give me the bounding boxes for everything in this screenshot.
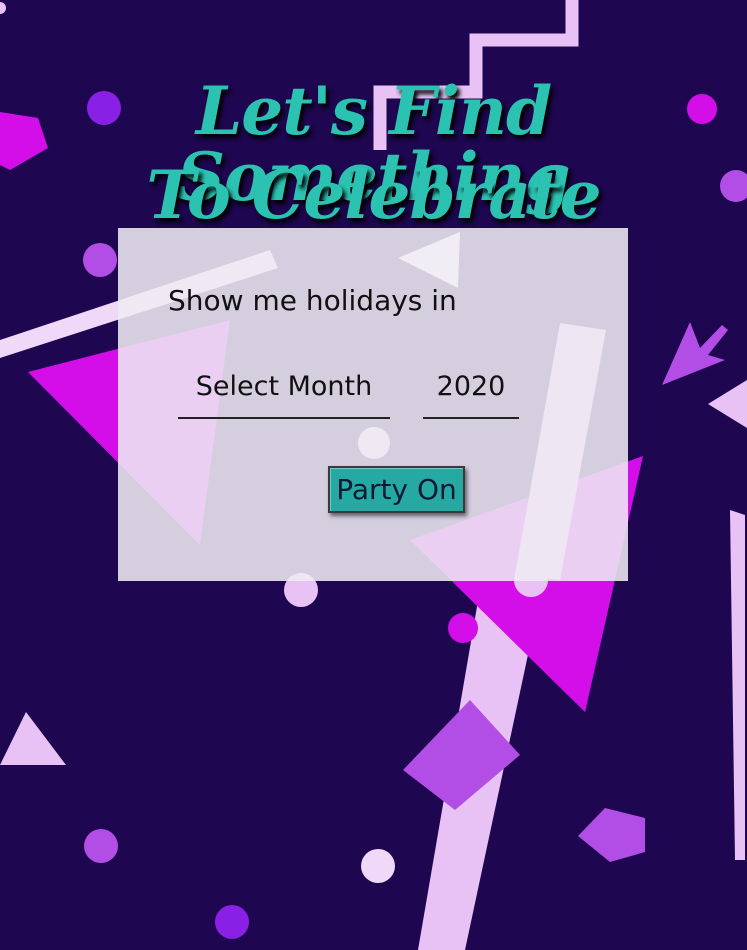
magenta-dot-mid [448,613,478,643]
violet-pentagon-shape [578,808,645,862]
month-select[interactable]: Select Month [178,355,390,419]
party-on-button[interactable]: Party On [328,466,465,513]
pale-bar-right [730,510,745,860]
violet-dot-bottom [84,829,118,863]
pale-triangle-bottom [0,712,66,765]
violet-arrow-shape [662,322,728,385]
year-select[interactable]: 2020 [423,355,519,419]
violet-dot-bottom2 [215,905,249,939]
form-prompt: Show me holidays in [168,284,457,317]
pale-triangle-right [708,380,747,428]
violet-dot-left [83,243,117,277]
pale-dot-corner [0,2,6,14]
pale-dot-bottom [361,849,395,883]
holiday-search-card: Show me holidays in Select Month 2020 Pa… [118,228,628,581]
page-title-line2: To Celebrate [146,156,601,234]
